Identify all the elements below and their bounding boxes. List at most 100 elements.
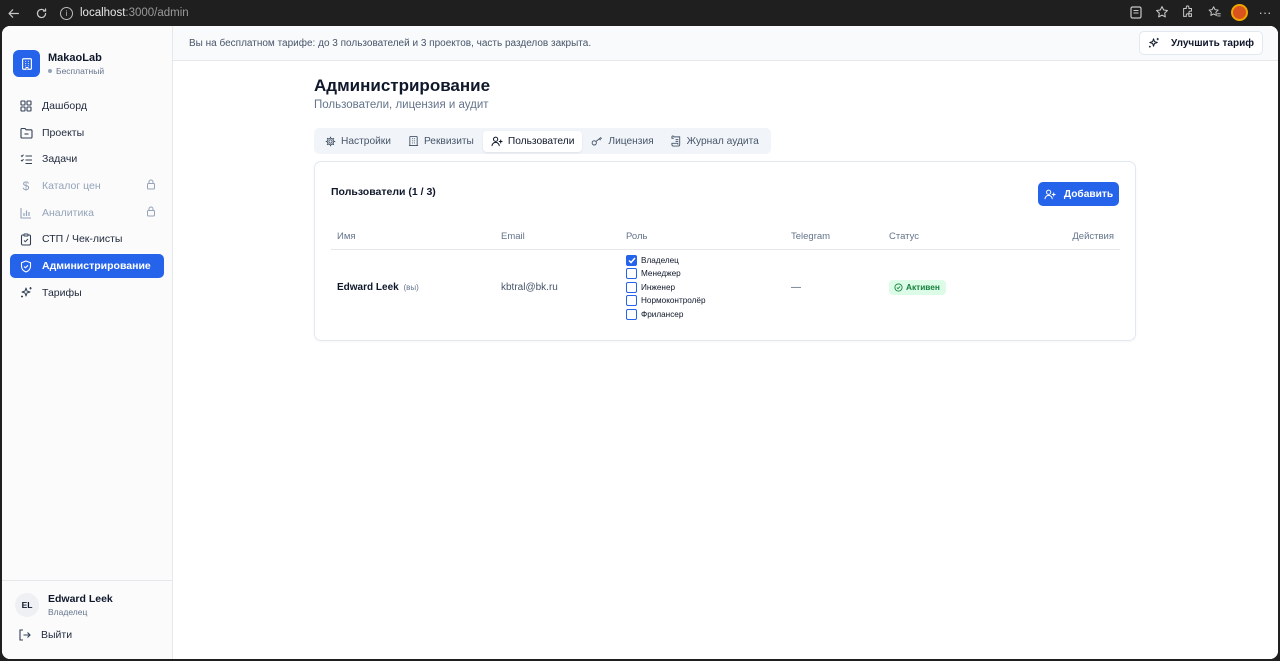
- sidebar-item-label: Аналитика: [42, 206, 94, 219]
- page-subtitle: Пользователи, лицензия и аудит: [314, 99, 489, 111]
- user-name: Edward Leek: [337, 281, 399, 293]
- sidebar-item-tasks[interactable]: Задачи: [10, 147, 164, 171]
- plan-banner-text: Вы на бесплатном тарифе: до 3 пользовате…: [189, 37, 592, 49]
- back-icon[interactable]: [2, 2, 24, 24]
- users-card: Пользователи (1 / 3) Добавить Имя Email: [314, 161, 1136, 341]
- role-option-owner[interactable]: Владелец: [626, 254, 779, 268]
- role-option-norm-controller[interactable]: Нормоконтролёр: [626, 294, 779, 308]
- role-option-manager[interactable]: Менеджер: [626, 267, 779, 281]
- tab-label: Настройки: [341, 135, 391, 147]
- user-role: Владелец: [48, 607, 88, 617]
- role-label: Владелец: [641, 255, 679, 265]
- more-menu-icon[interactable]: ···: [1256, 3, 1274, 21]
- url-host: localhost: [80, 7, 126, 19]
- user-plus-icon: [491, 136, 503, 147]
- dashboard-icon: [19, 99, 33, 113]
- reload-icon[interactable]: [30, 2, 52, 24]
- key-icon: [591, 136, 603, 147]
- sidebar-item-label: СТП / Чек-листы: [42, 233, 123, 246]
- current-user-marker: (вы): [403, 282, 419, 292]
- admin-tabs: Настройки Реквизиты Пользователи Лицензи…: [314, 128, 771, 154]
- column-header-role: Роль: [620, 225, 785, 250]
- sidebar-item-label: Администрирование: [42, 260, 151, 273]
- sidebar-item-administration[interactable]: Администрирование: [10, 254, 164, 279]
- browser-toolbar: i localhost:3000/admin ···: [0, 0, 1280, 26]
- user-roles-cell: Владелец Менеджер Инженер Нормоконтролёр…: [620, 249, 785, 325]
- site-info-icon[interactable]: i: [60, 6, 73, 20]
- role-label: Инженер: [641, 282, 676, 292]
- tab-audit-log[interactable]: Журнал аудита: [663, 131, 767, 152]
- user-plus-icon: [1044, 189, 1056, 200]
- sidebar-item-label: Проекты: [42, 126, 85, 139]
- extensions-icon[interactable]: [1179, 3, 1197, 21]
- upgrade-plan-label: Улучшить тариф: [1171, 37, 1254, 49]
- logout-icon: [18, 629, 31, 641]
- plan-banner: Вы на бесплатном тарифе: до 3 пользовате…: [173, 26, 1278, 61]
- role-checkbox-checked[interactable]: [626, 254, 637, 266]
- sidebar-item-dashboard[interactable]: Дашборд: [10, 94, 164, 118]
- dollar-icon: $: [22, 179, 30, 194]
- column-header-actions: Действия: [1003, 225, 1120, 250]
- upgrade-plan-button[interactable]: Улучшить тариф: [1139, 31, 1263, 55]
- reader-mode-icon[interactable]: [1127, 3, 1145, 21]
- tab-settings[interactable]: Настройки: [317, 131, 399, 152]
- tab-label: Пользователи: [507, 135, 575, 147]
- role-option-freelancer[interactable]: Фрилансер: [626, 308, 779, 322]
- gear-icon: [325, 136, 336, 147]
- check-circle-icon: [894, 283, 903, 292]
- sidebar-item-price-catalog[interactable]: $ Каталог цен: [10, 174, 164, 198]
- sidebar-item-projects[interactable]: Проекты: [10, 121, 164, 145]
- role-option-engineer[interactable]: Инженер: [626, 281, 779, 295]
- brand-plan: Бесплатный: [48, 66, 104, 76]
- tab-label: Журнал аудита: [686, 135, 759, 147]
- shield-icon: [19, 259, 33, 273]
- sidebar-item-tariffs[interactable]: Тарифы: [10, 281, 164, 305]
- tab-license[interactable]: Лицензия: [583, 131, 661, 152]
- column-header-name: Имя: [331, 225, 495, 250]
- tab-users[interactable]: Пользователи: [482, 130, 583, 152]
- role-checkbox[interactable]: [626, 295, 637, 307]
- role-checkbox[interactable]: [626, 268, 637, 280]
- list-check-icon: [19, 152, 33, 166]
- app-window: MakaoLab Бесплатный Дашборд Проекты Зада…: [2, 26, 1278, 659]
- brand[interactable]: MakaoLab Бесплатный: [2, 26, 172, 90]
- users-table: Имя Email Роль Telegram Статус Действия …: [331, 225, 1120, 325]
- favorites-icon[interactable]: [1205, 3, 1223, 21]
- plan-dot-icon: [48, 68, 52, 73]
- sidebar-item-label: Каталог цен: [42, 180, 101, 193]
- sparkles-icon: [19, 286, 33, 300]
- bookmark-star-icon[interactable]: [1153, 3, 1171, 21]
- lock-icon: [146, 179, 156, 193]
- folder-icon: [19, 126, 33, 140]
- scroll-icon: [671, 135, 682, 147]
- sidebar-item-analytics[interactable]: Аналитика: [10, 201, 164, 225]
- status-label: Активен: [906, 282, 940, 293]
- role-label: Фрилансер: [641, 309, 684, 319]
- sidebar-item-label: Тарифы: [42, 286, 82, 299]
- role-label: Менеджер: [641, 269, 681, 279]
- role-checkbox[interactable]: [626, 308, 637, 320]
- sidebar-item-checklists[interactable]: СТП / Чек-листы: [10, 227, 164, 251]
- sidebar-nav: Дашборд Проекты Задачи $ Каталог цен Ана…: [2, 90, 172, 305]
- user-status-cell: Активен: [883, 249, 1003, 325]
- user-email-cell: kbtral@bk.ru: [501, 281, 558, 293]
- add-user-button[interactable]: Добавить: [1038, 182, 1119, 206]
- user-actions-cell: [1003, 249, 1120, 325]
- table-header-row: Имя Email Роль Telegram Статус Действия: [331, 225, 1120, 250]
- profile-avatar-icon[interactable]: [1231, 3, 1248, 21]
- url-path: :3000/admin: [125, 7, 189, 19]
- address-bar[interactable]: i localhost:3000/admin: [60, 6, 189, 20]
- sidebar-item-label: Задачи: [42, 153, 78, 166]
- status-badge: Активен: [889, 279, 946, 295]
- tab-label: Реквизиты: [423, 135, 474, 147]
- avatar: EL: [15, 593, 39, 617]
- tab-requisites[interactable]: Реквизиты: [400, 131, 482, 152]
- page-title: Администрирование: [314, 76, 491, 95]
- brand-name: MakaoLab: [48, 51, 102, 64]
- user-telegram-cell: —: [791, 281, 801, 293]
- role-checkbox[interactable]: [626, 281, 637, 293]
- current-user[interactable]: EL Edward Leek Владелец: [2, 581, 172, 617]
- table-row: Edward Leek (вы) kbtral@bk.ru Владелец М…: [331, 249, 1120, 325]
- logout-button[interactable]: Выйти: [2, 617, 172, 641]
- sidebar-item-label: Дашборд: [42, 100, 87, 112]
